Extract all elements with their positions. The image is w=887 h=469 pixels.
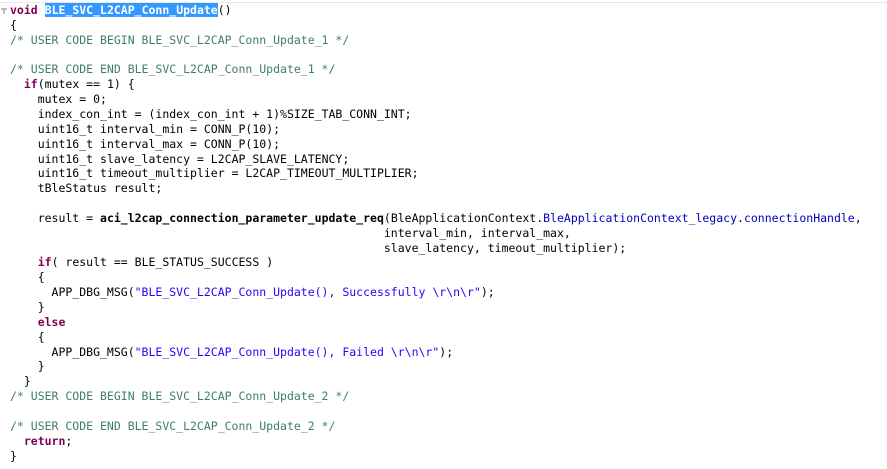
code-text: uint16_t xyxy=(10,151,101,166)
keyword-token: return xyxy=(23,433,66,448)
string-token: "BLE_SVC_L2CAP_Conn_Update(), Successful… xyxy=(134,285,481,300)
comment-token: /* USER CODE END BLE_SVC_L2CAP_Conn_Upda… xyxy=(10,62,336,77)
code-text: APP_DBG_MSG( xyxy=(10,285,135,300)
code-text: APP_DBG_MSG( xyxy=(10,344,135,359)
code-text: } xyxy=(10,374,31,389)
code-text: uint16_t xyxy=(10,136,101,151)
code-line[interactable]: uint16_t interval_min = CONN_P(10); xyxy=(10,122,280,137)
code-text: ); xyxy=(439,344,454,359)
code-text: } xyxy=(10,300,45,314)
code-text: () xyxy=(217,3,232,17)
code-line[interactable]: APP_DBG_MSG("BLE_SVC_L2CAP_Conn_Update()… xyxy=(10,285,495,300)
code-line[interactable]: void BLE_SVC_L2CAP_Conn_Update() xyxy=(10,3,232,18)
code-line[interactable]: /* USER CODE BEGIN BLE_SVC_L2CAP_Conn_Up… xyxy=(10,33,349,48)
keyword-token: void xyxy=(10,3,38,17)
code-text: mutex = 0; xyxy=(10,92,107,107)
identifier-token: interval_min xyxy=(100,121,184,136)
code-line[interactable]: slave_latency, timeout_multiplier); xyxy=(10,241,626,256)
code-line[interactable]: interval_min, interval_max, xyxy=(10,226,571,241)
identifier-token: slave_latency xyxy=(100,151,191,166)
code-text: = L2CAP_SLAVE_LATENCY; xyxy=(190,151,350,166)
code-text: { xyxy=(10,270,45,285)
keyword-token: else xyxy=(37,314,66,329)
code-line[interactable]: { xyxy=(10,270,45,285)
code-text: (BleApplicationContext. xyxy=(383,210,544,225)
code-text: (mutex == 1) { xyxy=(37,77,135,92)
code-text: ; xyxy=(155,181,163,196)
code-text: . xyxy=(737,210,744,225)
code-line[interactable]: /* USER CODE BEGIN BLE_SVC_L2CAP_Conn_Up… xyxy=(10,389,349,404)
code-line[interactable]: APP_DBG_MSG("BLE_SVC_L2CAP_Conn_Update()… xyxy=(10,344,454,360)
code-text: { xyxy=(10,17,17,32)
code-line[interactable]: } xyxy=(10,449,17,464)
keyword-token: if xyxy=(37,255,52,270)
code-text: uint16_t xyxy=(10,121,101,136)
code-line[interactable]: } xyxy=(10,374,31,389)
code-line[interactable]: uint16_t interval_max = CONN_P(10); xyxy=(10,137,280,152)
code-line[interactable]: } xyxy=(10,300,45,315)
field-token: connectionHandle xyxy=(743,210,855,225)
code-line[interactable]: if(mutex == 1) { xyxy=(10,77,135,92)
code-line[interactable]: tBleStatus result; xyxy=(10,181,163,196)
code-text: ; xyxy=(65,433,73,448)
keyword-token: if xyxy=(23,77,38,92)
code-text: { xyxy=(10,329,45,344)
code-line[interactable]: uint16_t slave_latency = L2CAP_SLAVE_LAT… xyxy=(10,151,350,167)
code-text: uint16_t xyxy=(10,166,101,181)
string-token: "BLE_SVC_L2CAP_Conn_Update(), Failed \r\… xyxy=(134,344,440,359)
code-text: tBleStatus xyxy=(10,181,114,196)
code-editor[interactable]: void BLE_SVC_L2CAP_Conn_Update(){/* USER… xyxy=(0,0,887,469)
code-text: ); xyxy=(480,285,495,300)
code-line[interactable]: /* USER CODE END BLE_SVC_L2CAP_Conn_Upda… xyxy=(10,62,335,77)
code-text: = CONN_P(10); xyxy=(183,136,281,151)
field-token: BleApplicationContext_legacy xyxy=(543,210,738,225)
comment-token: /* USER CODE END BLE_SVC_L2CAP_Conn_Upda… xyxy=(10,418,336,433)
code-line[interactable]: if( result == BLE_STATUS_SUCCESS ) xyxy=(10,255,273,270)
code-text: } xyxy=(10,448,17,463)
code-text: ( result == BLE_STATUS_SUCCESS ) xyxy=(51,255,274,270)
code-text: , xyxy=(854,210,862,225)
code-line[interactable]: mutex = 0; xyxy=(10,92,107,107)
comment-token: /* USER CODE BEGIN BLE_SVC_L2CAP_Conn_Up… xyxy=(10,32,350,47)
code-text: = L2CAP_TIMEOUT_MULTIPLIER; xyxy=(224,166,419,181)
code-line[interactable]: /* USER CODE END BLE_SVC_L2CAP_Conn_Upda… xyxy=(10,419,335,434)
code-text: slave_latency, timeout_multiplier); xyxy=(10,240,627,255)
selected-function-name[interactable]: BLE_SVC_L2CAP_Conn_Update xyxy=(44,3,218,17)
code-line[interactable]: { xyxy=(10,330,45,345)
code-line[interactable]: { xyxy=(10,18,17,33)
code-text: } xyxy=(10,359,45,374)
code-line[interactable]: return; xyxy=(10,434,72,449)
code-text: = CONN_P(10); xyxy=(183,121,281,136)
code-text: index_con_int = (index_con_int + 1)%SIZE… xyxy=(10,107,412,121)
collapse-minus-icon[interactable] xyxy=(1,4,7,14)
function-call-token: aci_l2cap_connection_parameter_update_re… xyxy=(100,210,384,225)
code-line[interactable]: index_con_int = (index_con_int + 1)%SIZE… xyxy=(10,107,412,122)
identifier-token: interval_max xyxy=(100,136,184,151)
code-line[interactable]: result = aci_l2cap_connection_parameter_… xyxy=(10,211,862,226)
comment-token: /* USER CODE BEGIN BLE_SVC_L2CAP_Conn_Up… xyxy=(10,389,350,404)
code-line[interactable]: } xyxy=(10,359,45,374)
code-line[interactable]: uint16_t timeout_multiplier = L2CAP_TIME… xyxy=(10,166,419,181)
code-text: result = xyxy=(10,210,101,225)
code-line[interactable]: else xyxy=(10,314,66,330)
identifier-token: result xyxy=(113,181,156,196)
identifier-token: timeout_multiplier xyxy=(100,166,225,181)
code-text: interval_min, interval_max, xyxy=(10,225,571,240)
